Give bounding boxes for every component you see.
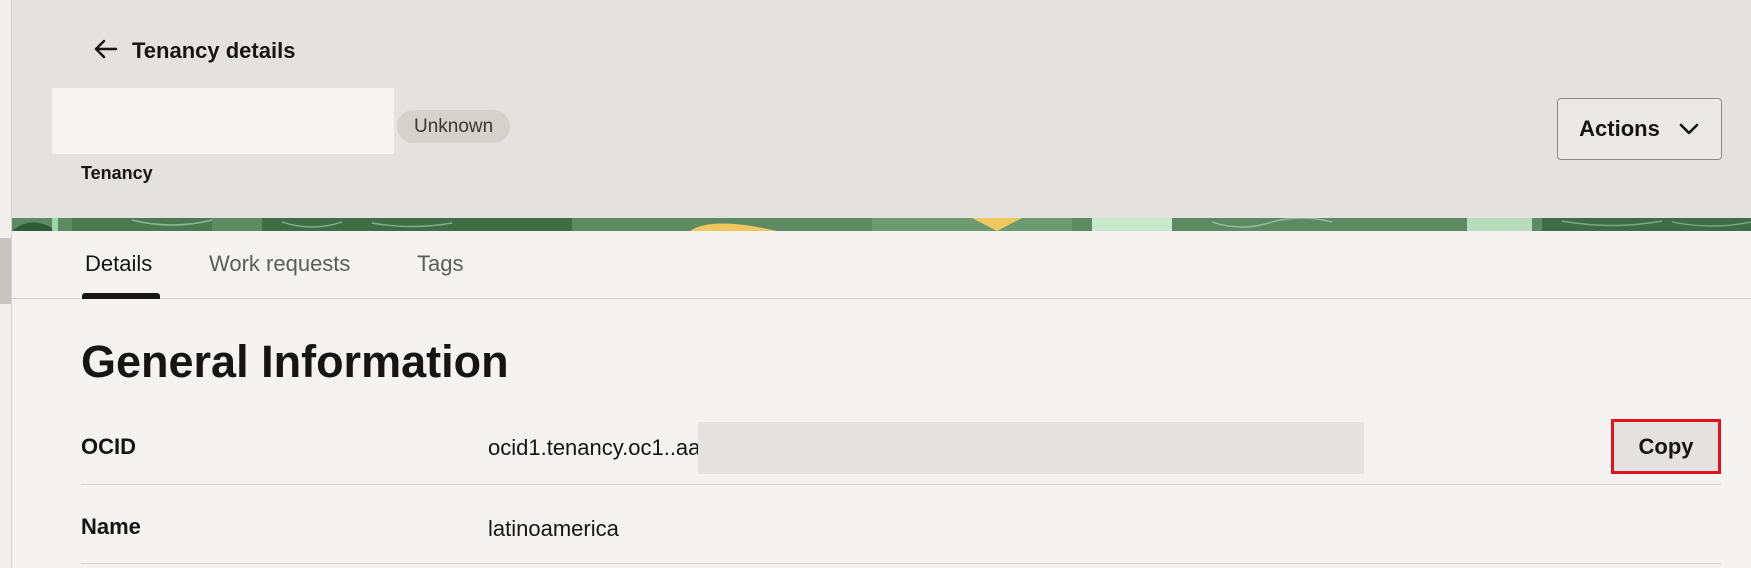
details-panel: General Information OCID ocid1.tenancy.o… [12, 299, 1751, 568]
tab-work-requests[interactable]: Work requests [209, 251, 350, 277]
redacted-resource-title [52, 88, 394, 154]
page-header: Tenancy details Unknown Tenancy Actions [12, 0, 1751, 218]
tab-tags[interactable]: Tags [417, 251, 463, 277]
resource-type-label: Tenancy [81, 163, 153, 183]
actions-menu-button[interactable]: Actions [1557, 98, 1722, 160]
section-title: General Information [81, 336, 509, 387]
ocid-label: OCID [81, 434, 136, 459]
decorative-banner [12, 218, 1751, 231]
arrow-left-icon [92, 36, 118, 67]
actions-button-label: Actions [1579, 116, 1660, 141]
copy-ocid-button[interactable]: Copy [1611, 419, 1721, 474]
name-label: Name [81, 514, 141, 539]
back-link-label: Tenancy details [132, 38, 296, 63]
tab-details[interactable]: Details [85, 251, 152, 277]
redacted-ocid [698, 422, 1364, 474]
tenancy-details-page: Tenancy details Unknown Tenancy Actions [0, 0, 1751, 568]
info-row-name: Name latinoamerica [81, 485, 1721, 564]
chevron-down-icon [1678, 116, 1700, 142]
tab-bar: Details Work requests Tags [12, 231, 1751, 299]
status-badge: Unknown [397, 110, 511, 143]
back-link[interactable]: Tenancy details [92, 36, 295, 66]
scrollbar-thumb[interactable] [0, 238, 11, 304]
name-value: latinoamerica [488, 516, 619, 541]
left-scrollbar[interactable] [0, 0, 12, 568]
ocid-value: ocid1.tenancy.oc1..aa [488, 435, 701, 460]
